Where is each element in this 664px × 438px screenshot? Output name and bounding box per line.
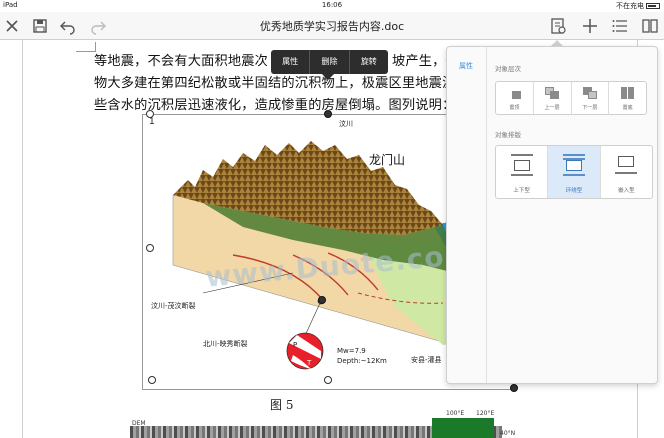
label-depth: Depth:~12Km — [337, 357, 387, 365]
resize-handle-top-left[interactable] — [146, 110, 154, 118]
send-to-back-button[interactable]: 置底 — [609, 82, 646, 114]
send-backward-icon — [582, 87, 597, 99]
status-bar: iPad 16:06 不在充电 — [0, 0, 664, 12]
bring-forward-icon — [545, 87, 560, 99]
rotate-handle[interactable] — [324, 110, 332, 118]
panel-sidebar: 属性 — [447, 47, 487, 383]
label-fault-beichuan: 北川-映秀断裂 — [203, 340, 248, 348]
context-menu-arrow — [322, 74, 334, 80]
bring-forward-label: 上一层 — [544, 105, 560, 111]
send-backward-button[interactable]: 下一层 — [572, 82, 610, 114]
list-icon[interactable] — [610, 16, 630, 36]
send-backward-label: 下一层 — [582, 105, 598, 111]
label-t-axis: T — [307, 359, 312, 367]
label-p-axis: P — [293, 341, 298, 349]
paragraph-line-2[interactable]: 物大多建在第四纪松散或半固结的沉积物上，极震区里地震波 — [94, 72, 455, 91]
map-thumbnail — [432, 418, 494, 438]
wrap-inline-icon — [615, 154, 638, 178]
section-layer-order: 对象层次 — [495, 65, 521, 73]
figure-caption: 图 5 — [270, 398, 294, 412]
tab-properties[interactable]: 属性 — [459, 61, 473, 71]
bring-to-front-button[interactable]: 置顶 — [496, 82, 534, 114]
clock: 16:06 — [321, 1, 343, 9]
wrap-square-icon — [562, 154, 585, 178]
format-icon[interactable] — [548, 16, 568, 36]
bring-to-front-icon — [507, 87, 522, 99]
toolbar: 优秀地质学实习报告内容.doc — [0, 12, 664, 40]
send-to-back-label: 置底 — [622, 105, 633, 111]
wrap-inline-button[interactable]: 嵌入型 — [601, 146, 652, 198]
context-menu: 属性 删除 旋转 — [271, 50, 388, 74]
text-wrap-group: 上下型 环绕型 嵌入型 — [495, 145, 653, 199]
label-lat-40: 40°N — [500, 430, 516, 437]
label-lon-120: 120°E — [476, 410, 495, 417]
label-fault-wenchuan: 汶川-茂汶断裂 — [151, 302, 196, 310]
anchor-handle[interactable] — [318, 296, 326, 304]
resize-handle-bottom-left[interactable] — [148, 376, 156, 384]
menu-item-delete[interactable]: 删除 — [310, 50, 350, 74]
bring-forward-button[interactable]: 上一层 — [534, 82, 572, 114]
paragraph-line-1[interactable]: 等地震，不会有大面积地震次 — [94, 50, 268, 69]
label-dem: DEM — [132, 420, 146, 427]
wrap-inline-label: 嵌入型 — [618, 188, 635, 194]
wrap-top-bottom-button[interactable]: 上下型 — [496, 146, 549, 198]
properties-panel: 属性 对象层次 置顶 上一层 下一层 置底 对象排版 上下型 环绕型 嵌入型 — [446, 46, 658, 384]
wrap-top-bottom-label: 上下型 — [513, 188, 530, 194]
wrap-top-bottom-icon — [510, 154, 533, 178]
charging-label: 不在充电 — [616, 2, 644, 10]
resize-handle-bottom-right[interactable] — [510, 384, 518, 392]
label-longmenshan: 龙门山 — [369, 153, 406, 167]
battery-status: 不在充电 — [616, 1, 660, 11]
wrap-square-button[interactable]: 环绕型 — [548, 146, 601, 198]
page-margin-left — [22, 40, 23, 438]
label-lon-100: 100°E — [446, 410, 465, 417]
wrap-square-label: 环绕型 — [565, 188, 583, 194]
resize-handle-left[interactable] — [146, 244, 154, 252]
page-corner-mark — [76, 42, 96, 52]
section-text-wrap: 对象排版 — [495, 131, 521, 139]
add-icon[interactable] — [580, 16, 600, 36]
battery-icon — [646, 3, 660, 9]
send-to-back-icon — [620, 87, 635, 99]
label-magnitude: Mw=7.9 — [337, 347, 366, 355]
split-view-icon[interactable] — [640, 16, 660, 36]
menu-item-rotate[interactable]: 旋转 — [350, 50, 388, 74]
label-fault-anxian: 安县-灌县 — [411, 356, 442, 364]
menu-item-properties[interactable]: 属性 — [271, 50, 311, 74]
resize-handle-bottom[interactable] — [324, 376, 332, 384]
label-wenchuan: 汶川 — [339, 120, 353, 128]
layer-order-group: 置顶 上一层 下一层 置底 — [495, 81, 647, 115]
figure-number-mark: 1 — [149, 117, 155, 127]
bring-to-front-label: 置顶 — [509, 105, 520, 111]
